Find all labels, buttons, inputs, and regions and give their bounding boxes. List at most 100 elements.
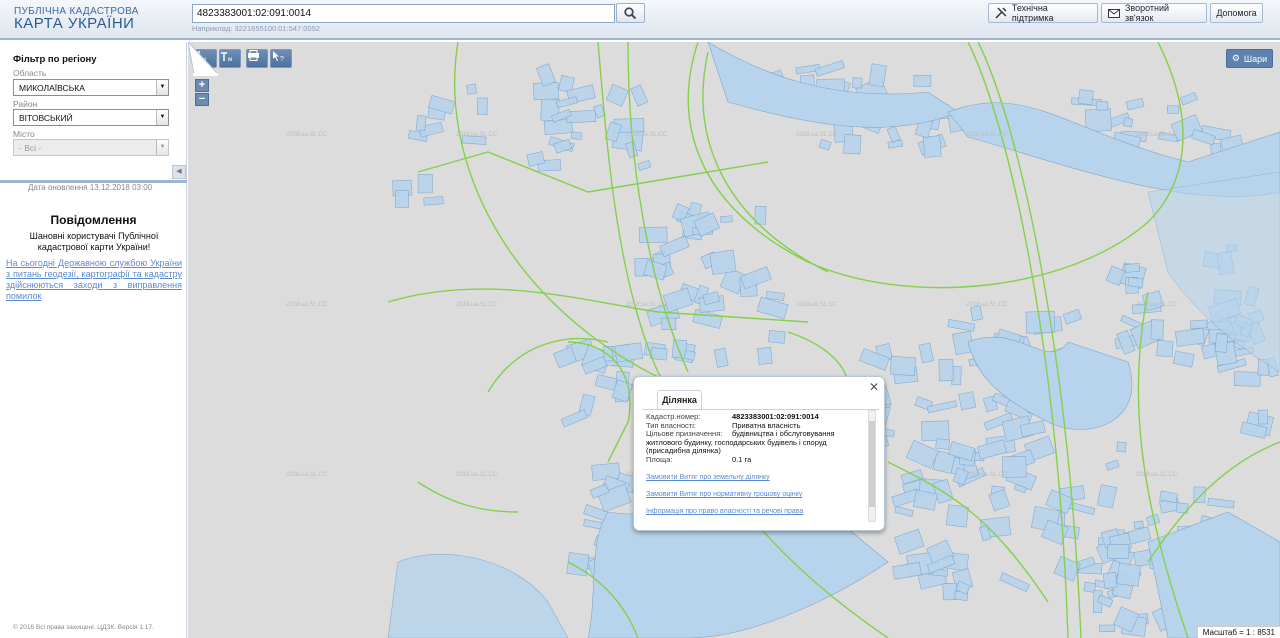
parcel[interactable] [921,420,950,442]
parcel[interactable] [477,97,488,116]
parcel[interactable] [1174,327,1206,347]
parcel[interactable] [893,528,925,555]
order-extract-link[interactable]: Замовити Витяг про земельну ділянку [646,474,770,481]
parcel[interactable] [692,309,723,329]
parcel[interactable] [1190,319,1209,330]
parcel[interactable] [912,489,938,511]
parcel[interactable] [1207,497,1235,509]
parcel[interactable] [555,96,578,109]
parcel[interactable] [889,355,916,377]
parcel[interactable] [1257,409,1268,425]
identify-button[interactable]: ? [270,49,292,68]
parcel[interactable] [1062,308,1083,325]
parcel[interactable] [818,138,832,151]
layers-button[interactable]: ⚙ Шари [1226,49,1273,68]
parcel[interactable] [605,83,629,107]
parcel[interactable] [395,190,409,208]
parcel[interactable] [1133,549,1153,568]
parcel[interactable] [1102,571,1118,589]
parcel[interactable] [417,174,433,194]
parcel[interactable] [1166,105,1180,114]
parcel[interactable] [560,409,588,428]
parcel[interactable] [1156,340,1174,357]
parcel[interactable] [814,60,845,77]
parcel[interactable] [709,249,737,275]
scrollbar-thumb[interactable] [869,421,875,507]
feedback-button[interactable]: Зворотний зв'язок [1101,3,1207,23]
zoom-out-button[interactable]: − [195,93,209,106]
message-title: Повідомлення [50,213,137,227]
collapse-sidebar-button[interactable]: ◀ [172,165,186,179]
parcel[interactable] [918,342,934,364]
parcel[interactable] [1099,624,1116,633]
search-input[interactable]: 4823383001:02:091:0014 [192,4,615,23]
message-link[interactable]: На сьогодні Державною службою України з … [6,258,182,302]
parcel[interactable] [1077,89,1094,106]
oblast-select[interactable]: МИКОЛАЇВСЬКА ▼ [13,79,169,96]
popup-scrollbar[interactable] [868,410,876,522]
tab-parcel[interactable]: Ділянка [657,390,702,410]
city-select[interactable]: - Всі - ▼ [13,139,169,156]
parcel[interactable] [630,84,649,107]
parcel[interactable] [662,287,694,313]
parcel[interactable] [1233,371,1261,387]
search-button[interactable] [616,3,645,23]
parcel[interactable] [894,505,914,517]
parcel[interactable] [1214,333,1229,353]
parcel[interactable] [976,439,1008,460]
parcel[interactable] [1105,459,1120,471]
parcel[interactable] [1095,101,1109,111]
parcel[interactable] [1133,520,1144,529]
parcel[interactable] [614,342,644,363]
parcel[interactable] [970,305,983,322]
parcel[interactable] [1096,484,1117,509]
map-canvas[interactable]: 2018.ua.SL.CC 2018.ua.SL.CC 2018.ua.SL.CC 2… [188,42,1280,638]
parcel[interactable] [720,215,733,223]
print-button[interactable] [246,49,268,68]
order-valuation-link[interactable]: Замовити Витяг про нормативну грошову оц… [646,491,802,498]
parcel[interactable] [1179,91,1198,106]
parcel[interactable] [947,319,976,332]
parcel[interactable] [843,134,862,155]
parcel[interactable] [1127,276,1144,288]
parcel[interactable] [637,159,652,172]
help-button[interactable]: Допомога [1210,3,1263,23]
parcel[interactable] [466,83,477,95]
zoom-in-button[interactable]: + [195,79,209,92]
parcel[interactable] [1150,319,1164,340]
parcel[interactable] [1107,544,1130,559]
parcel[interactable] [868,63,887,88]
parcel[interactable] [1116,441,1127,453]
parcel[interactable] [638,226,668,243]
parcel[interactable] [958,391,977,411]
parcel[interactable] [999,572,1030,593]
parcel[interactable] [650,347,668,361]
measure-area-button[interactable]: м [219,49,241,68]
parcel[interactable] [1116,562,1142,587]
parcel[interactable] [423,196,444,206]
parcel[interactable] [757,346,773,365]
parcel[interactable] [886,125,901,143]
parcel[interactable] [938,358,954,382]
rayon-select[interactable]: ВІТОВСЬКИЙ ▼ [13,109,169,126]
parcel[interactable] [935,438,950,450]
parcel[interactable] [892,561,922,580]
parcel[interactable] [566,109,597,124]
parcel[interactable] [570,131,583,141]
parcel[interactable] [905,439,939,469]
parcel[interactable] [415,114,427,132]
support-button[interactable]: Технічна підтримка [988,3,1098,23]
parcel[interactable] [713,347,729,368]
close-icon[interactable]: ✕ [869,380,879,394]
parcel[interactable] [922,135,942,158]
parcel[interactable] [1124,262,1141,273]
parcel[interactable] [768,330,786,344]
parcel[interactable] [913,74,932,87]
parcel[interactable] [1125,97,1145,111]
ownership-info-link[interactable]: Інформація про право власності та речові… [646,508,803,515]
parcel[interactable] [1122,117,1134,128]
filter-title: Фільтр по регіону [13,54,97,65]
parcel[interactable] [852,77,863,89]
parcel[interactable] [1172,350,1195,368]
parcel[interactable] [683,349,696,361]
